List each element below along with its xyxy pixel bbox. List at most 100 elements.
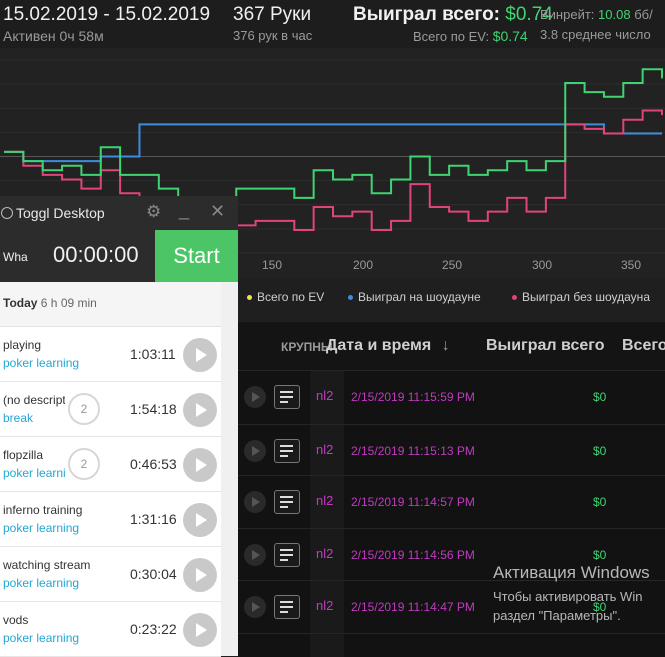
today-label: Today — [3, 296, 38, 310]
entry-duration: 0:46:53 — [130, 456, 177, 472]
date-range[interactable]: 15.02.2019 - 15.02.2019 — [3, 4, 210, 26]
continue-play-icon[interactable] — [183, 558, 217, 592]
hands-per-hour: 376 рук в час — [233, 28, 313, 43]
x-tick: 150 — [261, 258, 283, 272]
hand-history-icon[interactable] — [274, 543, 300, 567]
row-limit: nl2 — [316, 493, 334, 508]
hand-history-icon[interactable] — [274, 595, 300, 619]
entry-description: inferno training — [3, 503, 83, 517]
continue-play-icon[interactable] — [183, 613, 217, 647]
replay-icon[interactable] — [244, 544, 266, 566]
entry-duration: 1:03:11 — [130, 346, 176, 362]
continue-play-icon[interactable] — [183, 503, 217, 537]
replay-icon[interactable] — [244, 386, 266, 408]
table-row[interactable]: nl2 2/15/2019 11:14:57 PM $0 — [238, 475, 665, 529]
winrate: Винрейт: 10.08 бб/ — [540, 7, 653, 22]
replay-icon[interactable] — [244, 596, 266, 618]
col-won-total[interactable]: Выиграл всего — [486, 337, 604, 355]
ev-total-label: Всего по EV: — [413, 29, 490, 44]
row-limit: nl2 — [316, 598, 334, 613]
continue-play-icon[interactable] — [183, 338, 217, 372]
col-datetime[interactable]: Дата и время ↓ — [326, 337, 450, 355]
time-entry[interactable]: watching stream poker learning 0:30:04 — [0, 547, 221, 602]
sort-arrow-icon: ↓ — [441, 337, 450, 354]
legend-ev[interactable]: Всего по EV — [247, 290, 324, 304]
legend-showdown-dot — [348, 295, 353, 301]
row-limit: nl2 — [316, 442, 334, 457]
continue-play-icon[interactable] — [183, 393, 217, 427]
entry-duration: 1:54:18 — [130, 401, 177, 417]
row-limit: nl2 — [316, 388, 334, 403]
entry-description: watching stream — [3, 558, 91, 572]
hand-history-icon[interactable] — [274, 490, 300, 514]
x-tick: 250 — [441, 258, 463, 272]
watermark-line: раздел "Параметры". — [493, 608, 621, 623]
scrollbar[interactable] — [221, 282, 238, 656]
minimize-icon[interactable]: _ — [179, 200, 189, 221]
entry-description: vods — [3, 613, 29, 627]
entry-group-count[interactable]: 2 — [68, 393, 100, 425]
legend-showdown[interactable]: Выиграл на шоудауне — [348, 290, 481, 304]
toggl-logo-icon — [1, 207, 13, 219]
watermark-line: Чтобы активировать Win — [493, 589, 643, 604]
timer-display[interactable]: 00:00:00 — [53, 242, 139, 268]
entry-description: playing — [3, 338, 42, 352]
hands-count: 367 Руки — [233, 4, 312, 25]
time-entry[interactable]: vods poker learning 0:23:22 — [0, 602, 221, 657]
entry-description: flopzilla — [3, 448, 44, 462]
table-row[interactable] — [238, 633, 665, 657]
ev-total: Всего по EV: $0.74 — [413, 28, 528, 44]
average-stat: 3.8 среднее число — [540, 27, 651, 42]
row-datetime: 2/15/2019 11:14:47 PM — [351, 600, 475, 614]
time-entry[interactable]: (no description) break 2 1:54:18 — [0, 382, 221, 437]
entry-duration: 1:31:16 — [130, 511, 177, 527]
entry-duration: 0:30:04 — [130, 566, 177, 582]
row-datetime: 2/15/2019 11:14:57 PM — [351, 495, 475, 509]
legend-non-showdown-label: Выиграл без шоудауна — [522, 290, 650, 304]
continue-play-icon[interactable] — [183, 448, 217, 482]
today-header: Today 6 h 09 min — [0, 282, 221, 327]
time-entry[interactable]: flopzilla poker learning 2 0:46:53 — [0, 437, 221, 492]
row-datetime: 2/15/2019 11:15:59 PM — [351, 390, 475, 404]
row-amount: $0 — [593, 495, 607, 509]
active-time: Активен 0ч 58м — [3, 28, 104, 44]
x-tick: 200 — [352, 258, 374, 272]
close-icon[interactable]: ✕ — [210, 201, 225, 222]
row-amount: $0 — [593, 548, 607, 562]
table-row[interactable]: nl2 2/15/2019 11:15:13 PM $0 — [238, 424, 665, 478]
row-datetime: 2/15/2019 11:15:13 PM — [351, 444, 475, 458]
entry-project: poker learning — [3, 521, 80, 535]
hand-history-icon[interactable] — [274, 385, 300, 409]
table-row[interactable]: nl2 2/15/2019 11:15:59 PM $0 — [238, 370, 665, 424]
windows-activation-watermark: Активация Windows Чтобы активировать Win… — [493, 563, 650, 625]
x-tick: 300 — [531, 258, 553, 272]
winrate-label: Винрейт: — [540, 7, 595, 22]
time-entry[interactable]: inferno training poker learning 1:31:16 — [0, 492, 221, 547]
entry-project: poker learning — [3, 466, 65, 480]
entry-duration: 0:23:22 — [130, 621, 177, 637]
col-big[interactable]: КРУПНЫ — [281, 340, 333, 354]
toggl-titlebar[interactable]: Toggl Desktop ⚙ _ ✕ — [0, 196, 238, 230]
watermark-title: Активация Windows — [493, 563, 650, 582]
winrate-value: 10.08 — [598, 7, 631, 22]
time-entry[interactable]: playing poker learning 1:03:11 — [0, 327, 221, 382]
entry-description: (no description) — [3, 393, 65, 407]
row-datetime: 2/15/2019 11:14:56 PM — [351, 548, 475, 562]
toggl-title: Toggl Desktop — [16, 205, 105, 221]
entry-project: poker learning — [3, 356, 80, 370]
timer-bar: Wha 00:00:00 Start — [0, 230, 238, 282]
hand-history-icon[interactable] — [274, 439, 300, 463]
col-total[interactable]: Всего — [622, 337, 665, 355]
gear-icon[interactable]: ⚙ — [146, 202, 161, 222]
description-input[interactable]: Wha — [3, 250, 28, 264]
legend-non-showdown[interactable]: Выиграл без шоудауна — [512, 290, 650, 304]
winrate-unit: бб/ — [634, 7, 653, 22]
legend-non-showdown-dot — [512, 295, 517, 301]
replay-icon[interactable] — [244, 440, 266, 462]
won-total-label: Выиграл всего: — [353, 4, 500, 25]
entry-group-count[interactable]: 2 — [68, 448, 100, 480]
won-total: Выиграл всего: $0.74 — [353, 4, 553, 26]
replay-icon[interactable] — [244, 491, 266, 513]
start-button[interactable]: Start — [155, 230, 238, 282]
ev-total-value: $0.74 — [492, 28, 528, 44]
